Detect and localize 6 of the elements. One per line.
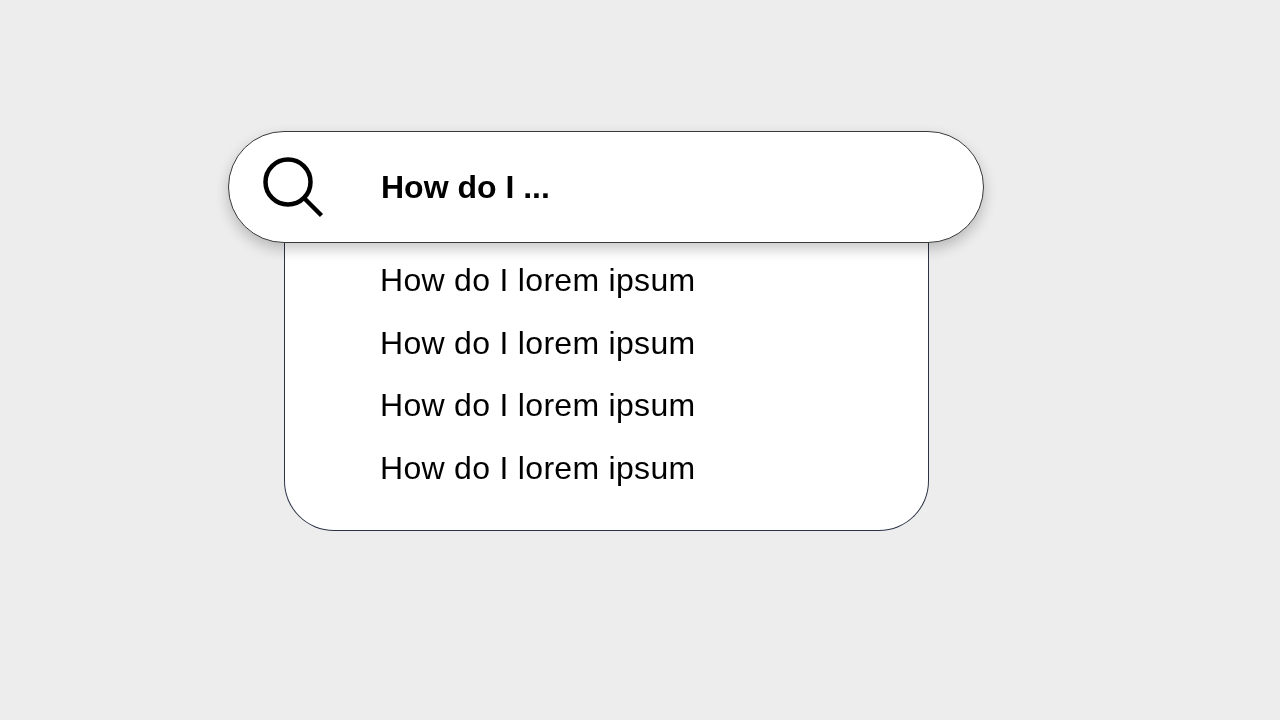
- suggestion-item[interactable]: How do I lorem ipsum: [380, 264, 696, 297]
- suggestion-item[interactable]: How do I lorem ipsum: [380, 389, 696, 422]
- search-field[interactable]: How do I ...: [228, 131, 984, 243]
- suggestion-item[interactable]: How do I lorem ipsum: [380, 326, 696, 359]
- suggestion-item[interactable]: How do I lorem ipsum: [380, 451, 696, 484]
- search-icon: [262, 156, 324, 218]
